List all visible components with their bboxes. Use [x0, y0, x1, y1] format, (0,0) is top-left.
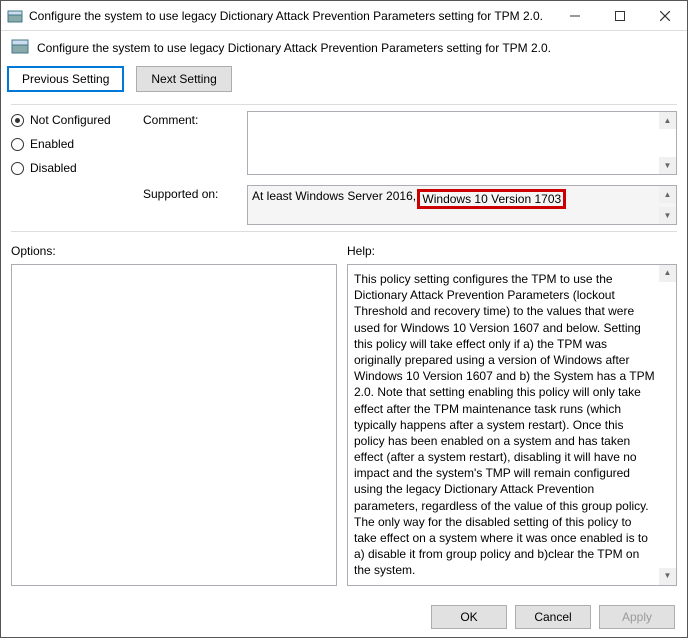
- scroll-down-icon[interactable]: ▼: [659, 568, 676, 585]
- supported-prefix: At least Windows Server 2016,: [252, 189, 416, 203]
- separator: [11, 104, 677, 105]
- radio-icon: [11, 138, 24, 151]
- radio-enabled[interactable]: Enabled: [11, 137, 139, 151]
- help-box[interactable]: This policy setting configures the TPM t…: [347, 264, 677, 586]
- titlebar: Configure the system to use legacy Dicti…: [1, 1, 687, 31]
- cancel-button[interactable]: Cancel: [515, 605, 591, 629]
- radio-icon: [11, 114, 24, 127]
- previous-setting-button[interactable]: Previous Setting: [7, 66, 124, 92]
- help-scrollbar: ▲ ▼: [659, 265, 676, 585]
- separator: [11, 231, 677, 232]
- supported-highlight: Windows 10 Version 1703: [417, 189, 566, 209]
- radio-disabled[interactable]: Disabled: [11, 161, 139, 175]
- maximize-button[interactable]: [597, 1, 642, 31]
- minimize-button[interactable]: [552, 1, 597, 31]
- footer-buttons: OK Cancel Apply: [431, 605, 675, 629]
- supported-on-label: Supported on:: [143, 185, 243, 201]
- scroll-up-icon[interactable]: ▲: [659, 186, 676, 203]
- radio-not-configured[interactable]: Not Configured: [11, 113, 139, 127]
- main-panel: Not Configured Enabled Disabled Comment:…: [1, 111, 687, 229]
- close-button[interactable]: [642, 1, 687, 31]
- options-box[interactable]: [11, 264, 337, 586]
- scroll-down-icon[interactable]: ▼: [659, 207, 676, 224]
- policy-icon: [11, 37, 29, 58]
- radio-label: Not Configured: [30, 113, 111, 127]
- supported-scrollbar: ▲ ▼: [659, 186, 676, 224]
- policy-title: Configure the system to use legacy Dicti…: [37, 41, 551, 55]
- help-text: This policy setting configures the TPM t…: [354, 272, 655, 577]
- scroll-up-icon[interactable]: ▲: [659, 112, 676, 129]
- apply-button[interactable]: Apply: [599, 605, 675, 629]
- subheader: Configure the system to use legacy Dicti…: [1, 31, 687, 64]
- help-label: Help:: [347, 244, 677, 258]
- ok-button[interactable]: OK: [431, 605, 507, 629]
- radio-icon: [11, 162, 24, 175]
- scroll-down-icon[interactable]: ▼: [659, 157, 676, 174]
- supported-on-box: At least Windows Server 2016, Windows 10…: [247, 185, 677, 225]
- options-label: Options:: [11, 244, 337, 258]
- comment-input[interactable]: ▲ ▼: [247, 111, 677, 175]
- scroll-up-icon[interactable]: ▲: [659, 265, 676, 282]
- nav-row: Previous Setting Next Setting: [1, 64, 687, 102]
- comment-scrollbar: ▲ ▼: [659, 112, 676, 174]
- next-setting-button[interactable]: Next Setting: [136, 66, 231, 92]
- app-icon: [7, 8, 23, 24]
- state-radios: Not Configured Enabled Disabled: [11, 111, 139, 175]
- comment-label: Comment:: [143, 111, 243, 127]
- window-title: Configure the system to use legacy Dicti…: [29, 9, 552, 23]
- radio-label: Disabled: [30, 161, 77, 175]
- lower-panel: Options: Help: This policy setting confi…: [1, 238, 687, 588]
- radio-label: Enabled: [30, 137, 74, 151]
